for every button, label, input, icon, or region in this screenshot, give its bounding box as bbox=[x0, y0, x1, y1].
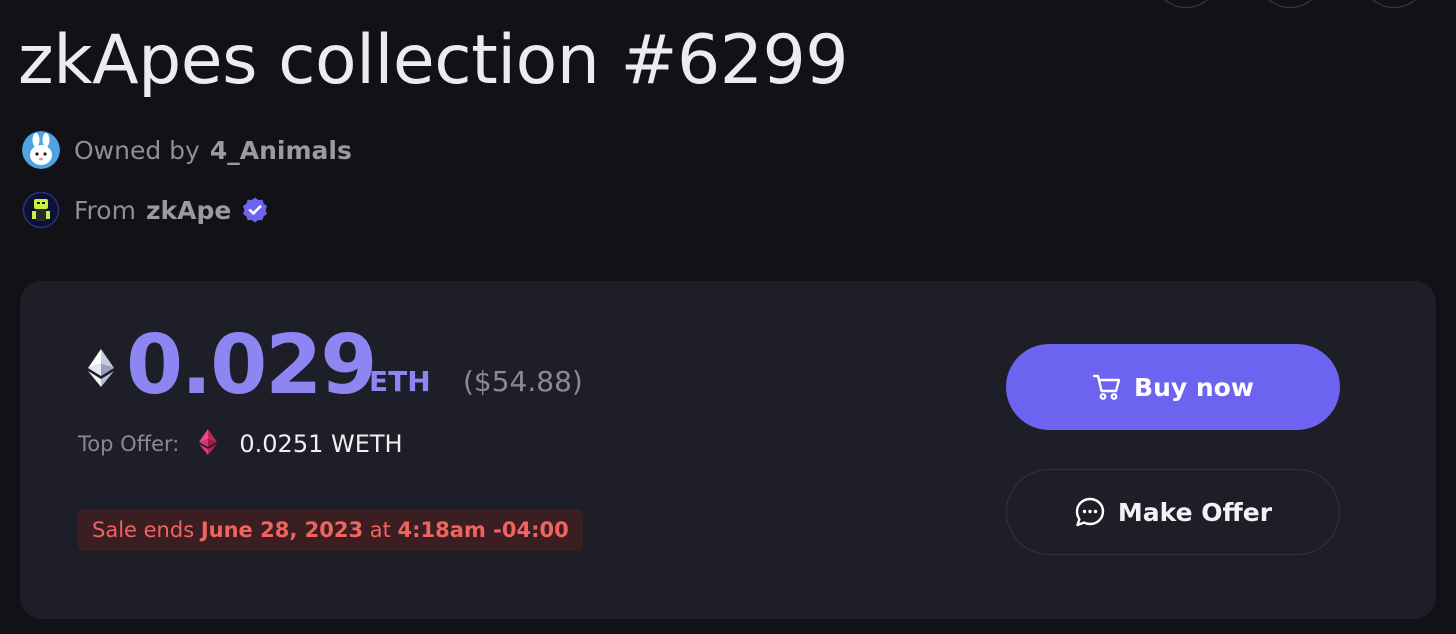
owner-label: Owned by bbox=[74, 135, 200, 165]
sale-prefix: Sale ends bbox=[92, 518, 195, 542]
verified-badge-icon bbox=[241, 196, 269, 224]
nft-detail-page: zkApes collection #6299 Owned by 4_Anima… bbox=[0, 0, 1456, 634]
make-offer-label: Make Offer bbox=[1117, 497, 1273, 527]
top-offer-value: 0.0251 WETH bbox=[239, 430, 403, 458]
collection-label: From bbox=[74, 195, 136, 225]
owner-name-link[interactable]: 4_Animals bbox=[210, 136, 352, 165]
top-action-button-2[interactable] bbox=[1258, 0, 1322, 8]
listing-card: 0.029 ETH ($54.88) Top Offer: 0.0251 WET… bbox=[20, 281, 1436, 619]
top-action-button-1[interactable] bbox=[1154, 0, 1218, 8]
price-usd: ($54.88) bbox=[463, 365, 583, 398]
chat-bubble-icon bbox=[1074, 496, 1106, 528]
ethereum-icon bbox=[88, 349, 114, 391]
sale-date: June 28, 2023 bbox=[200, 518, 364, 542]
owner-row: Owned by 4_Animals bbox=[22, 131, 352, 169]
price-currency: ETH bbox=[369, 365, 431, 398]
make-offer-button[interactable]: Make Offer bbox=[1006, 469, 1340, 555]
buy-now-label: Buy now bbox=[1134, 372, 1254, 402]
sale-time: 4:18am -04:00 bbox=[397, 518, 569, 542]
top-offer-label: Top Offer: bbox=[78, 432, 180, 456]
page-title: zkApes collection #6299 bbox=[18, 21, 849, 100]
top-action-button-3[interactable] bbox=[1362, 0, 1426, 8]
weth-icon bbox=[199, 429, 218, 459]
zkape-avatar-icon[interactable] bbox=[22, 191, 60, 229]
price-value: 0.029 bbox=[126, 318, 377, 413]
sale-ends-banner: Sale ends June 28, 2023 at 4:18am -04:00 bbox=[78, 509, 583, 551]
top-offer-row: Top Offer: 0.0251 WETH bbox=[78, 429, 403, 459]
bunny-avatar-icon[interactable] bbox=[22, 131, 60, 169]
buy-now-button[interactable]: Buy now bbox=[1006, 344, 1340, 430]
collection-row: From zkApe bbox=[22, 191, 269, 229]
collection-name-link[interactable]: zkApe bbox=[146, 196, 231, 225]
sale-at: at bbox=[369, 518, 391, 542]
cart-icon bbox=[1092, 372, 1122, 402]
